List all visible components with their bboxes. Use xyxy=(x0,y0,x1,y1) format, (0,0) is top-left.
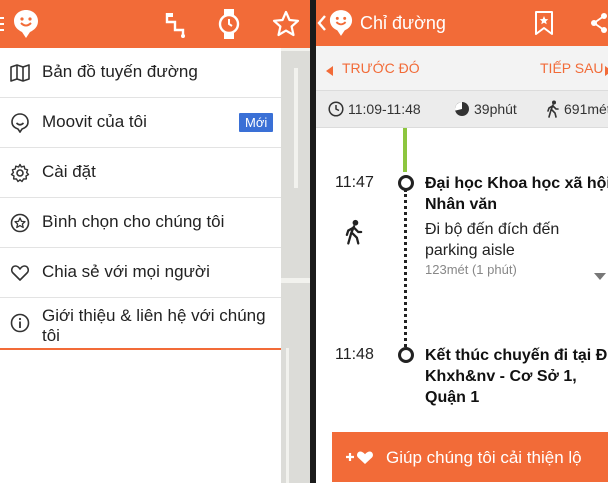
new-badge: Mới xyxy=(239,113,274,132)
page-title: Chỉ đường xyxy=(360,13,446,33)
start-time: 11:47 xyxy=(335,174,374,191)
start-stop-name[interactable]: Đại học Khoa học xã hội Nhân văn xyxy=(425,173,608,215)
menu-item-label: Chia sẻ với mọi người xyxy=(42,262,210,281)
menu-item-label: Bản đồ tuyến đường xyxy=(42,62,198,81)
favorite-star-icon[interactable] xyxy=(272,10,300,38)
end-time: 11:48 xyxy=(335,346,374,363)
share-icon[interactable] xyxy=(590,12,608,34)
stop-name-line: Quận 1 xyxy=(425,389,480,406)
app-header xyxy=(0,0,310,48)
walking-person-icon xyxy=(546,100,560,123)
moovit-logo-icon[interactable] xyxy=(13,9,39,39)
duration: 39phút xyxy=(474,101,517,117)
menu-item-settings[interactable]: Cài đặt xyxy=(0,148,281,198)
start-stop-marker xyxy=(398,175,414,191)
menu-item-share[interactable]: Chia sẻ với mọi người xyxy=(0,248,281,298)
drawer-toggle-icon[interactable] xyxy=(0,14,5,34)
menu-item-my-moovit[interactable]: Moovit của tôi Mới xyxy=(0,98,281,148)
walk-distance-detail: 123mét (1 phút) xyxy=(425,262,517,277)
menu-item-rate-us[interactable]: Bình chọn cho chúng tôi xyxy=(0,198,281,248)
smile-icon xyxy=(10,113,30,134)
trip-summary: 11:09-11:48 39phút 691mét xyxy=(316,90,608,128)
menu-item-label: Giới thiệu & liên hệ với chúng tôi xyxy=(42,306,266,345)
drawer-screen: Bản đồ tuyến đường Moovit của tôi Mới Cà… xyxy=(0,0,310,483)
route-stops-icon[interactable] xyxy=(161,10,189,38)
end-stop-name[interactable]: Kết thúc chuyến đi tại Đ Khxh&nv - Cơ Sở… xyxy=(425,345,607,408)
duration-pie-icon xyxy=(454,101,470,122)
gear-icon xyxy=(10,163,30,183)
time-range: 11:09-11:48 xyxy=(348,101,421,117)
next-step-label: TIẾP SAU xyxy=(540,60,604,76)
navigation-drawer: Bản đồ tuyến đường Moovit của tôi Mới Cà… xyxy=(0,48,281,483)
menu-item-label: Moovit của tôi xyxy=(42,112,147,131)
menu-item-label: Bình chọn cho chúng tôi xyxy=(42,212,225,231)
stop-name-line: Đại học Khoa học xã hội xyxy=(425,175,608,192)
info-icon xyxy=(10,313,30,333)
walk-instruction: Đi bộ đến đích đến parking aisle xyxy=(425,219,559,261)
menu-item-about[interactable]: Giới thiệu & liên hệ với chúng tôi xyxy=(0,298,281,350)
improve-route-button[interactable]: Giúp chúng tôi cải thiện lộ xyxy=(332,432,608,482)
route-line-segment xyxy=(403,128,407,172)
improve-route-label: Giúp chúng tôi cải thiện lộ xyxy=(386,448,582,467)
watch-icon[interactable] xyxy=(218,8,240,40)
walking-person-icon xyxy=(344,219,364,250)
walk-instruction-line: parking aisle xyxy=(425,242,515,259)
plus-heart-icon xyxy=(344,448,374,471)
end-stop-marker xyxy=(398,347,414,363)
stop-name-line: Kết thúc chuyến đi tại Đ xyxy=(425,347,608,364)
walk-distance: 691mét xyxy=(564,101,608,117)
walk-path-dotted-line xyxy=(404,189,407,347)
back-chevron-icon[interactable] xyxy=(317,14,327,32)
step-navigation: TRƯỚC ĐÓ TIẾP SAU xyxy=(316,46,608,90)
menu-item-route-map[interactable]: Bản đồ tuyến đường xyxy=(0,48,281,98)
map-icon xyxy=(10,63,30,83)
app-header: Chỉ đường xyxy=(316,0,608,46)
next-step-button[interactable]: TIẾP SAU xyxy=(516,46,608,90)
previous-step-button[interactable]: TRƯỚC ĐÓ xyxy=(316,46,436,90)
menu-item-label: Cài đặt xyxy=(42,162,96,181)
clock-icon xyxy=(328,101,344,122)
bookmark-star-icon[interactable] xyxy=(534,10,554,36)
heart-icon xyxy=(10,263,30,283)
stop-name-line: Nhân văn xyxy=(425,196,498,213)
directions-screen: Chỉ đường TRƯỚC ĐÓ TIẾP SAU 11:09-11:48 xyxy=(316,0,608,483)
star-circle-icon xyxy=(10,213,30,233)
map-background xyxy=(280,48,310,483)
moovit-logo-icon[interactable] xyxy=(329,9,353,37)
triangle-left-icon xyxy=(326,63,334,81)
stop-name-line: Khxh&nv - Cơ Sở 1, xyxy=(425,368,577,385)
walk-instruction-line: Đi bộ đến đích đến xyxy=(425,221,560,238)
expand-caret-icon[interactable] xyxy=(594,268,606,286)
previous-step-label: TRƯỚC ĐÓ xyxy=(342,60,420,76)
